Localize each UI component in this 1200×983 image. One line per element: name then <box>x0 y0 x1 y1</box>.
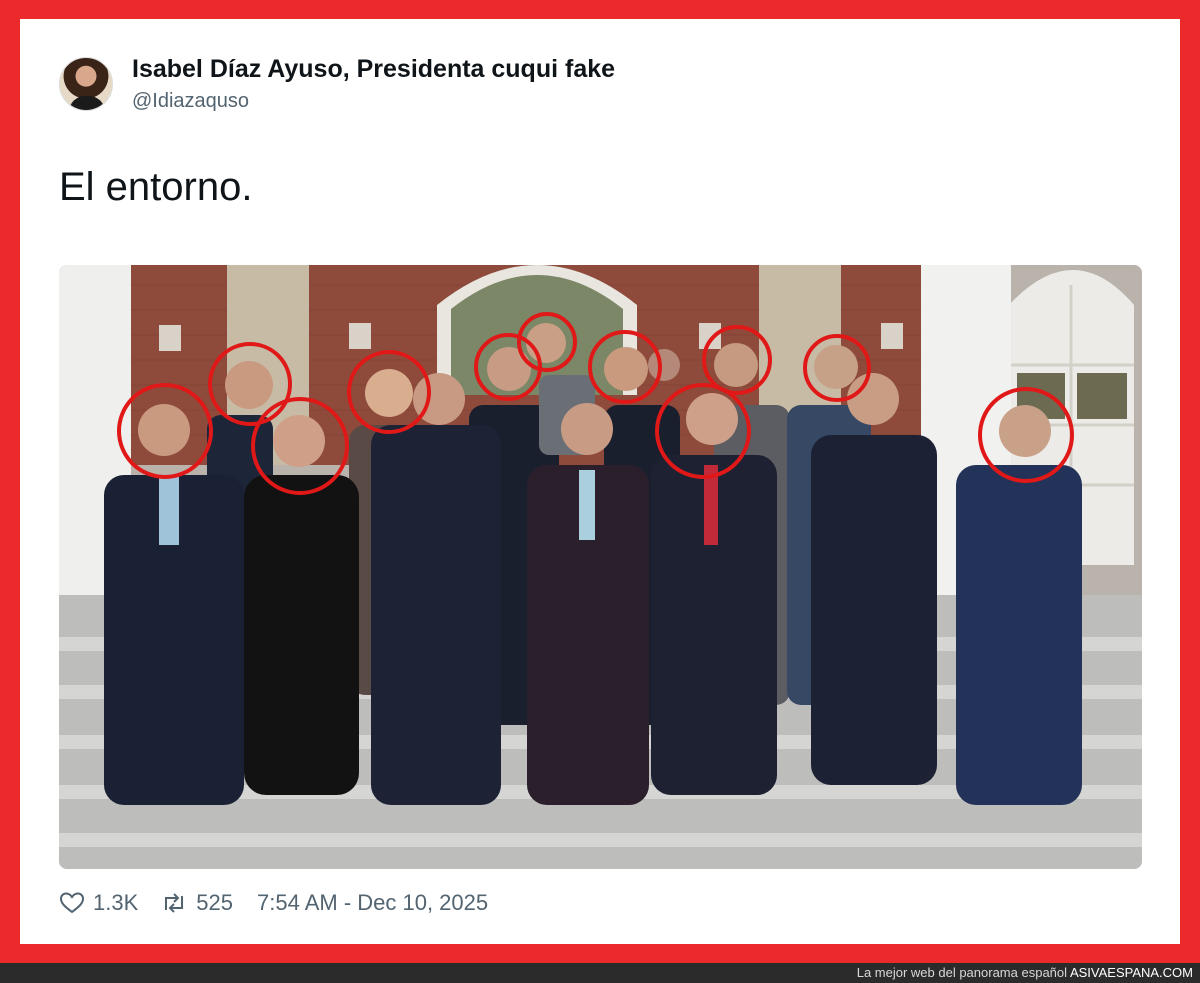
retweet-count: 525 <box>196 890 233 915</box>
tweet-photo[interactable] <box>59 265 1142 869</box>
watermark-bar: La mejor web del panorama español ASIVAE… <box>0 963 1200 983</box>
retweet-stat[interactable]: 525 <box>160 890 233 916</box>
author-handle[interactable]: @Idiazaquso <box>132 90 249 113</box>
watermark-site: ASIVAESPANA.COM <box>1069 965 1193 980</box>
like-stat[interactable]: 1.3K <box>59 890 138 916</box>
like-count: 1.3K <box>93 890 139 915</box>
author-name[interactable]: Isabel Díaz Ayuso, Presidenta cuqui fake <box>132 55 615 84</box>
watermark-credit[interactable]: La mejor web del panorama español ASIVAE… <box>857 965 1193 980</box>
tweet-footer: 1.3K 525 7:54 AM - Dec 10, 2025 <box>59 885 488 921</box>
author-avatar[interactable] <box>59 57 113 111</box>
tweet-text: El entorno. <box>59 165 253 209</box>
heart-icon[interactable] <box>59 891 85 915</box>
retweet-icon[interactable] <box>160 891 188 915</box>
tweet-timestamp[interactable]: 7:54 AM - Dec 10, 2025 <box>257 890 488 916</box>
watermark-tagline: La mejor web del panorama español <box>856 965 1068 980</box>
tweet-card: Isabel Díaz Ayuso, Presidenta cuqui fake… <box>20 19 1180 944</box>
